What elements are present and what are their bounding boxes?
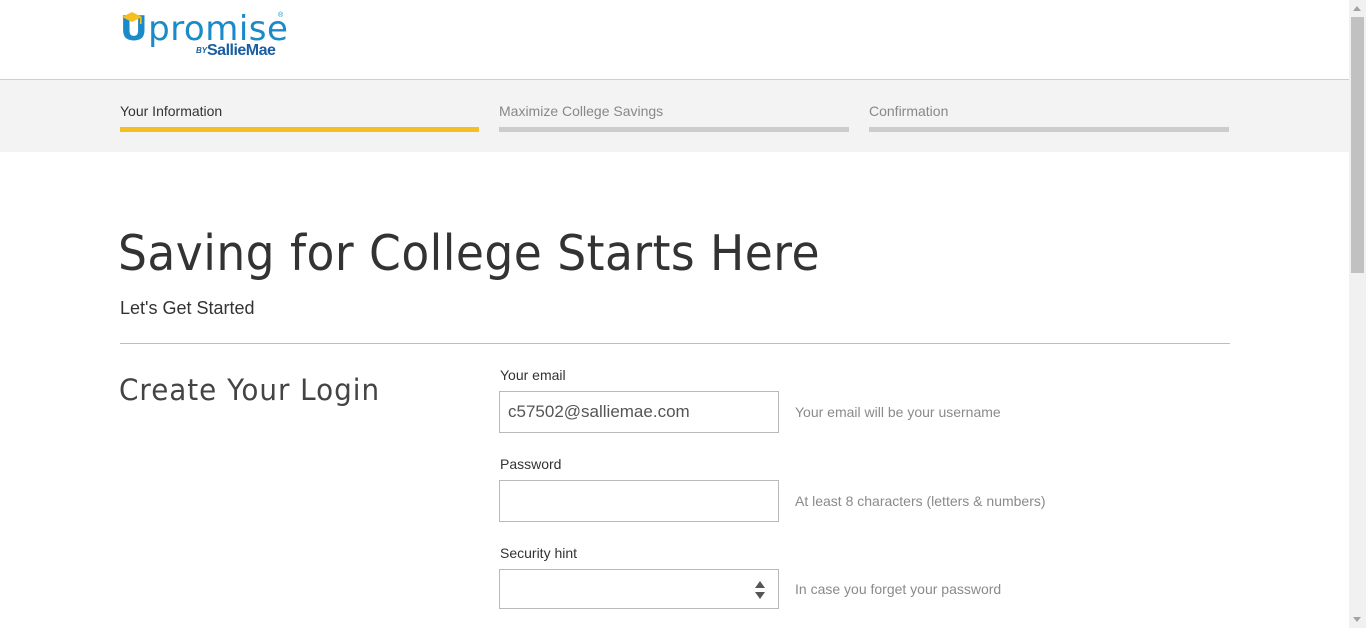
site-header: Upromise ® BY SallieMae <box>0 0 1349 80</box>
security-hint-label: Security hint <box>500 545 578 561</box>
graduation-cap-icon <box>122 12 142 24</box>
page-subtitle: Let's Get Started <box>120 298 255 318</box>
upromise-logo[interactable]: Upromise ® BY SallieMae <box>120 10 290 66</box>
security-hint-help-text: In case you forget your password <box>795 581 1002 597</box>
step-progress-bar <box>499 127 849 132</box>
section-title: Create Your Login <box>119 373 381 407</box>
scroll-up-icon[interactable] <box>1353 6 1361 11</box>
email-help-text: Your email will be your username <box>795 404 1001 420</box>
step-your-information: Your Information <box>120 102 479 132</box>
progress-steps: Your Information Maximize College Saving… <box>0 80 1349 152</box>
step-label: Your Information <box>120 103 223 119</box>
scroll-down-icon[interactable] <box>1353 617 1361 622</box>
password-label: Password <box>500 456 562 472</box>
step-label: Confirmation <box>869 103 949 119</box>
scroll-thumb[interactable] <box>1351 17 1364 273</box>
password-help-text: At least 8 characters (letters & numbers… <box>795 493 1046 509</box>
page-title: Saving for College Starts Here <box>118 225 821 282</box>
vertical-scrollbar[interactable] <box>1349 0 1366 628</box>
salliemae-wordmark: SallieMae <box>207 42 276 59</box>
logo-by: BY <box>196 46 208 55</box>
trademark-mark: ® <box>278 12 284 19</box>
security-hint-select[interactable] <box>499 569 779 609</box>
email-field[interactable] <box>499 391 779 433</box>
password-field[interactable] <box>499 480 779 522</box>
step-label: Maximize College Savings <box>499 103 664 119</box>
step-progress-bar <box>120 127 479 132</box>
section-divider <box>120 343 1230 344</box>
email-label: Your email <box>500 367 566 383</box>
step-confirmation: Confirmation <box>869 102 1229 132</box>
step-progress-bar <box>869 127 1229 132</box>
select-arrows-icon <box>755 581 765 599</box>
step-maximize-college-savings: Maximize College Savings <box>499 102 849 132</box>
